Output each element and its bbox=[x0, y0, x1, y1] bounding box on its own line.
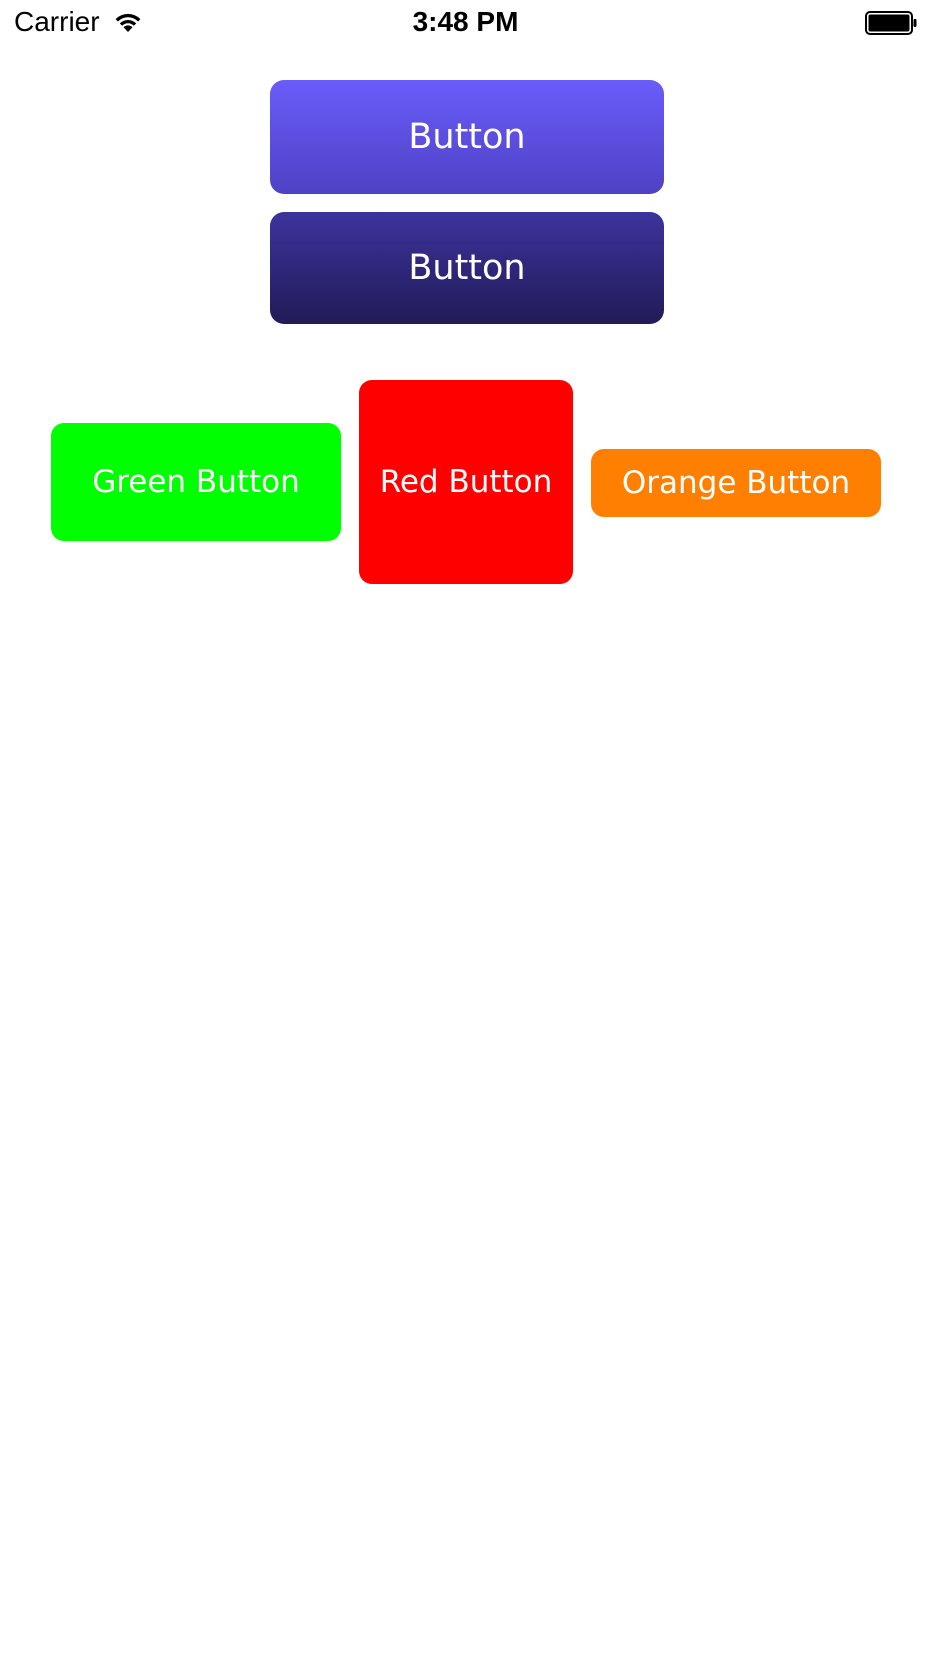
gradient-button-top-label: Button bbox=[408, 117, 526, 157]
battery-icon bbox=[865, 11, 917, 35]
red-button[interactable]: Red Button bbox=[359, 380, 573, 584]
gradient-button-dark-label: Button bbox=[408, 248, 526, 288]
orange-button[interactable]: Orange Button bbox=[591, 449, 881, 517]
green-button-label: Green Button bbox=[92, 464, 300, 500]
red-button-label: Red Button bbox=[379, 464, 553, 500]
orange-button-label: Orange Button bbox=[621, 465, 851, 501]
status-time: 3:48 PM bbox=[412, 6, 519, 37]
green-button[interactable]: Green Button bbox=[51, 423, 341, 541]
status-bar: Carrier 3:48 PM bbox=[0, 0, 931, 44]
gradient-button-dark[interactable]: Button bbox=[270, 212, 664, 324]
gradient-button-top[interactable]: Button bbox=[270, 80, 664, 194]
